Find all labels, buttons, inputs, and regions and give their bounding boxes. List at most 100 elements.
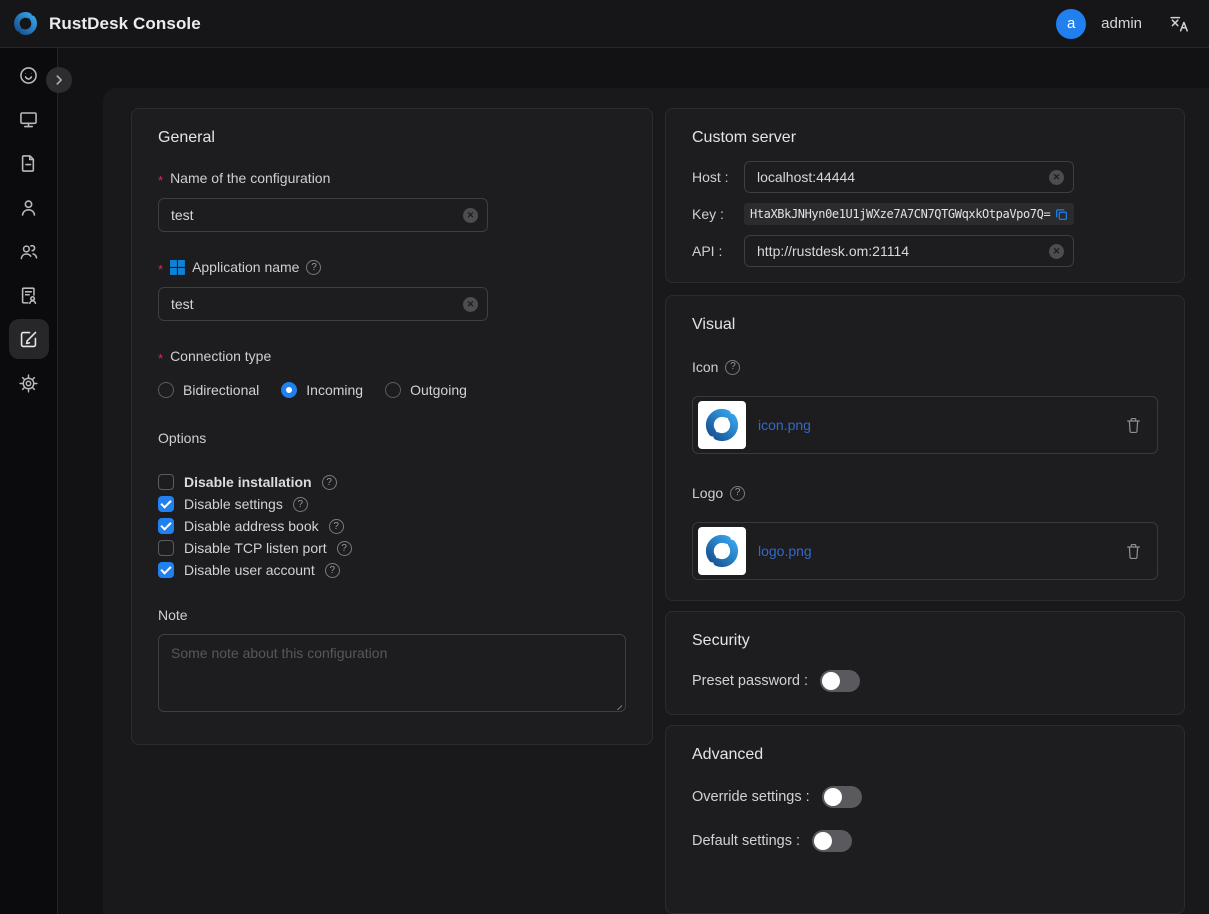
radio-icon [281, 382, 297, 398]
advanced-title: Advanced [692, 746, 1158, 764]
icon-label: Icon [692, 358, 718, 376]
advanced-card: Advanced Override settings : Default set… [665, 725, 1185, 914]
checkbox-disable-address-book[interactable]: Disable address book [158, 515, 626, 537]
radio-bidirectional[interactable]: Bidirectional [158, 382, 259, 398]
radio-incoming[interactable]: Incoming [281, 382, 363, 398]
rustdesk-logo-icon [12, 10, 39, 37]
sidebar-item-users[interactable] [9, 187, 49, 227]
gear-icon [18, 373, 39, 394]
app-title: RustDesk Console [49, 14, 201, 34]
document-person-icon [18, 285, 39, 306]
monitor-icon [18, 109, 39, 130]
checkbox-disable-installation[interactable]: Disable installation [158, 471, 626, 493]
sidebar-item-custom-clients[interactable] [9, 319, 49, 359]
logo-file-thumbnail [698, 527, 746, 575]
checkbox-disable-tcp-listen-port[interactable]: Disable TCP listen port [158, 537, 626, 559]
avatar[interactable]: a [1056, 9, 1086, 39]
checkbox-icon [158, 518, 174, 534]
sidebar-item-dashboard[interactable] [9, 55, 49, 95]
help-icon[interactable] [293, 497, 308, 512]
api-field [744, 235, 1074, 267]
key-field: HtaXBkJNHyn0e1U1jWXze7A7CN7QTGWqxkOtpaVp… [744, 203, 1074, 225]
security-title: Security [692, 632, 1158, 650]
note-label: Note [158, 607, 626, 624]
host-field [744, 161, 1074, 193]
help-icon[interactable] [725, 360, 740, 375]
radio-icon [158, 382, 174, 398]
content-panel: General Name of the configuration Applic… [103, 88, 1209, 914]
brand: RustDesk Console [12, 10, 201, 37]
visual-card: Visual Icon icon.png Logo [665, 295, 1185, 601]
icon-file-row: icon.png [692, 396, 1158, 454]
sidebar-item-settings[interactable] [9, 363, 49, 403]
top-bar: RustDesk Console a admin [0, 0, 1209, 48]
connection-type-label: Connection type [170, 347, 271, 366]
options-group: Disable installation Disable settings Di… [158, 471, 626, 581]
document-icon [18, 153, 39, 174]
general-card: General Name of the configuration Applic… [131, 108, 653, 745]
config-name-label: Name of the configuration [170, 169, 330, 188]
app-name-label: Application name [192, 258, 299, 277]
api-label: API : [692, 243, 744, 259]
user-name[interactable]: admin [1101, 15, 1142, 32]
custom-server-title: Custom server [692, 129, 1158, 147]
logo-file-row: logo.png [692, 522, 1158, 580]
connection-type-group: Bidirectional Incoming Outgoing [158, 382, 626, 398]
logo-file-link[interactable]: logo.png [758, 543, 1126, 559]
icon-file-link[interactable]: icon.png [758, 417, 1126, 433]
help-icon[interactable] [325, 563, 340, 578]
checkbox-icon [158, 562, 174, 578]
api-input[interactable] [745, 243, 1073, 259]
clear-icon[interactable] [1049, 244, 1064, 259]
sidebar-item-devices[interactable] [9, 99, 49, 139]
override-settings-label: Override settings : [692, 789, 810, 805]
radio-icon [385, 382, 401, 398]
note-textarea[interactable] [158, 634, 626, 712]
custom-server-card: Custom server Host : Key : HtaXBkJNHyn0e… [665, 108, 1185, 283]
preset-password-toggle[interactable] [820, 670, 860, 692]
help-icon[interactable] [306, 260, 321, 275]
user-group-icon [18, 241, 39, 262]
host-input[interactable] [745, 169, 1073, 185]
help-icon[interactable] [329, 519, 344, 534]
help-icon[interactable] [337, 541, 352, 556]
clear-icon[interactable] [463, 208, 478, 223]
required-asterisk [158, 347, 163, 366]
logo-label: Logo [692, 484, 723, 502]
translate-icon[interactable] [1169, 14, 1191, 34]
note-field [158, 634, 626, 715]
icon-file-thumbnail [698, 401, 746, 449]
checkbox-icon [158, 496, 174, 512]
user-icon [18, 197, 39, 218]
sidebar-item-audit-logs[interactable] [9, 275, 49, 315]
sidebar-item-documents[interactable] [9, 143, 49, 183]
config-name-input[interactable] [159, 207, 487, 223]
key-value: HtaXBkJNHyn0e1U1jWXze7A7CN7QTGWqxkOtpaVp… [750, 207, 1050, 221]
default-settings-toggle[interactable] [812, 830, 852, 852]
security-card: Security Preset password : [665, 611, 1185, 715]
clear-icon[interactable] [463, 297, 478, 312]
app-name-input[interactable] [159, 296, 487, 312]
checkbox-icon [158, 474, 174, 490]
help-icon[interactable] [322, 475, 337, 490]
clear-icon[interactable] [1049, 170, 1064, 185]
checkbox-disable-settings[interactable]: Disable settings [158, 493, 626, 515]
general-title: General [158, 129, 626, 147]
host-label: Host : [692, 169, 744, 185]
app-name-field [158, 287, 488, 321]
visual-title: Visual [692, 316, 1158, 334]
preset-password-label: Preset password : [692, 673, 808, 689]
options-label: Options [158, 430, 626, 447]
radio-outgoing[interactable]: Outgoing [385, 382, 467, 398]
required-asterisk [158, 258, 163, 277]
trash-icon[interactable] [1126, 417, 1141, 434]
trash-icon[interactable] [1126, 543, 1141, 560]
config-name-field [158, 198, 488, 232]
help-icon[interactable] [730, 486, 745, 501]
checkbox-disable-user-account[interactable]: Disable user account [158, 559, 626, 581]
sidebar-item-groups[interactable] [9, 231, 49, 271]
override-settings-toggle[interactable] [822, 786, 862, 808]
sidebar-expand-button[interactable] [46, 67, 72, 93]
windows-icon [170, 260, 185, 275]
copy-icon[interactable] [1055, 208, 1068, 221]
